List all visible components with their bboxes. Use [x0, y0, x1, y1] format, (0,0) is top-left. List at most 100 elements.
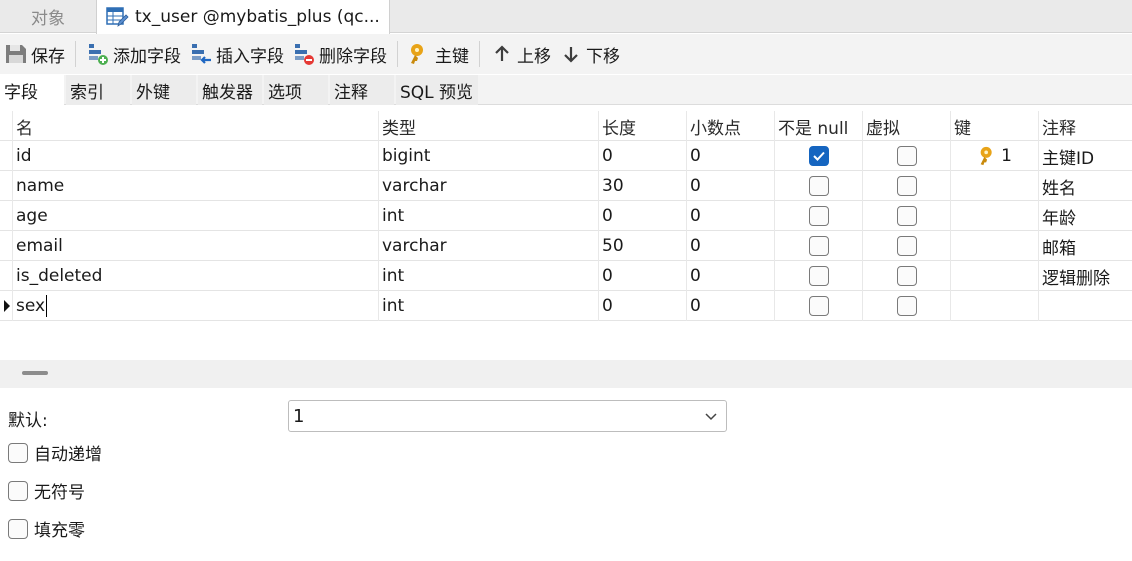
cell-not-null[interactable]: [774, 201, 862, 231]
tab-foreign-keys[interactable]: 外键: [132, 75, 196, 105]
unsigned-checkbox[interactable]: [8, 480, 28, 501]
cell-length[interactable]: 0: [598, 141, 686, 171]
not-null-checkbox[interactable]: [808, 146, 829, 166]
not-null-checkbox[interactable]: [808, 206, 829, 226]
cell-not-null[interactable]: [774, 231, 862, 261]
cell-comment[interactable]: 主键ID: [1038, 141, 1132, 171]
cell-name[interactable]: id: [12, 141, 378, 171]
not-null-checkbox[interactable]: [808, 296, 829, 316]
table-row[interactable]: name varchar 30 0 姓名: [0, 171, 1132, 201]
cell-comment[interactable]: 邮箱: [1038, 231, 1132, 261]
cell-name[interactable]: name: [12, 171, 378, 201]
cell-name[interactable]: is_deleted: [12, 261, 378, 291]
cell-type[interactable]: int: [378, 291, 598, 321]
add-field-button[interactable]: 添加字段: [82, 36, 185, 72]
cell-decimals[interactable]: 0: [686, 141, 774, 171]
cell-not-null[interactable]: [774, 141, 862, 171]
cell-type[interactable]: bigint: [378, 141, 598, 171]
panel-splitter[interactable]: [0, 360, 1132, 388]
virtual-checkbox[interactable]: [896, 236, 917, 256]
virtual-checkbox[interactable]: [896, 266, 917, 286]
header-comment[interactable]: 注释: [1038, 111, 1132, 141]
cell-type[interactable]: int: [378, 261, 598, 291]
virtual-checkbox[interactable]: [896, 146, 917, 166]
cell-decimals[interactable]: 0: [686, 231, 774, 261]
cell-key[interactable]: [950, 291, 1038, 321]
tab-comment[interactable]: 注释: [330, 75, 394, 105]
cell-key[interactable]: [950, 201, 1038, 231]
save-label: 保存: [31, 46, 65, 67]
cell-virtual[interactable]: [862, 291, 950, 321]
header-key[interactable]: 键: [950, 111, 1038, 141]
cell-virtual[interactable]: [862, 261, 950, 291]
header-not-null[interactable]: 不是 null: [774, 111, 862, 141]
delete-field-button[interactable]: 删除字段: [288, 36, 391, 72]
not-null-checkbox[interactable]: [808, 236, 829, 256]
header-length[interactable]: 长度: [598, 111, 686, 141]
cell-key[interactable]: [950, 171, 1038, 201]
zerofill-option[interactable]: 填充零: [8, 516, 85, 541]
cell-virtual[interactable]: [862, 141, 950, 171]
table-row[interactable]: sex int 0 0: [0, 291, 1132, 321]
tab-indexes[interactable]: 索引: [66, 75, 130, 105]
header-name[interactable]: 名: [12, 111, 378, 141]
cell-not-null[interactable]: [774, 291, 862, 321]
move-up-button[interactable]: 上移: [486, 36, 555, 72]
cell-name[interactable]: email: [12, 231, 378, 261]
cell-key[interactable]: [950, 261, 1038, 291]
header-virtual[interactable]: 虚拟: [862, 111, 950, 141]
unsigned-option[interactable]: 无符号: [8, 478, 85, 503]
header-decimals[interactable]: 小数点: [686, 111, 774, 141]
table-row[interactable]: age int 0 0 年龄: [0, 201, 1132, 231]
zerofill-checkbox[interactable]: [8, 518, 28, 539]
cell-name[interactable]: age: [12, 201, 378, 231]
table-row[interactable]: is_deleted int 0 0 逻辑删除: [0, 261, 1132, 291]
cell-comment[interactable]: [1038, 291, 1132, 321]
virtual-checkbox[interactable]: [896, 296, 917, 316]
cell-decimals[interactable]: 0: [686, 261, 774, 291]
cell-length[interactable]: 0: [598, 261, 686, 291]
not-null-checkbox[interactable]: [808, 266, 829, 286]
cell-name[interactable]: sex: [12, 291, 378, 321]
insert-field-button[interactable]: 插入字段: [185, 36, 288, 72]
tab-table-design[interactable]: tx_user @mybatis_plus (qc...: [96, 0, 390, 34]
cell-comment[interactable]: 逻辑删除: [1038, 261, 1132, 291]
tab-fields[interactable]: 字段: [0, 75, 64, 105]
auto-increment-option[interactable]: 自动递增: [8, 440, 102, 465]
cell-length[interactable]: 0: [598, 291, 686, 321]
primary-key-button[interactable]: 主键: [404, 36, 473, 72]
cell-not-null[interactable]: [774, 171, 862, 201]
cell-key[interactable]: [950, 231, 1038, 261]
cell-type[interactable]: int: [378, 201, 598, 231]
table-row[interactable]: email varchar 50 0 邮箱: [0, 231, 1132, 261]
tab-objects[interactable]: 对象: [0, 0, 96, 33]
cell-comment[interactable]: 姓名: [1038, 171, 1132, 201]
cell-comment[interactable]: 年龄: [1038, 201, 1132, 231]
tab-sql-preview[interactable]: SQL 预览: [396, 75, 478, 105]
cell-key[interactable]: 1: [950, 141, 1038, 171]
virtual-checkbox[interactable]: [896, 206, 917, 226]
cell-virtual[interactable]: [862, 201, 950, 231]
save-button[interactable]: 保存: [0, 36, 69, 72]
cell-decimals[interactable]: 0: [686, 171, 774, 201]
table-row[interactable]: id bigint 0 0 1 主键ID: [0, 141, 1132, 171]
header-type[interactable]: 类型: [378, 111, 598, 141]
cell-virtual[interactable]: [862, 231, 950, 261]
cell-length[interactable]: 30: [598, 171, 686, 201]
cell-decimals[interactable]: 0: [686, 291, 774, 321]
cell-type[interactable]: varchar: [378, 231, 598, 261]
cell-decimals[interactable]: 0: [686, 201, 774, 231]
cell-virtual[interactable]: [862, 171, 950, 201]
cell-length[interactable]: 50: [598, 231, 686, 261]
tab-triggers[interactable]: 触发器: [198, 75, 262, 105]
cell-type[interactable]: varchar: [378, 171, 598, 201]
virtual-checkbox[interactable]: [896, 176, 917, 196]
cell-not-null[interactable]: [774, 261, 862, 291]
move-down-button[interactable]: 下移: [555, 36, 624, 72]
default-value-combobox[interactable]: 1: [288, 400, 727, 432]
cell-length[interactable]: 0: [598, 201, 686, 231]
tab-options[interactable]: 选项: [264, 75, 328, 105]
not-null-checkbox[interactable]: [808, 176, 829, 196]
splitter-grip[interactable]: [22, 371, 48, 375]
auto-increment-checkbox[interactable]: [8, 442, 28, 463]
